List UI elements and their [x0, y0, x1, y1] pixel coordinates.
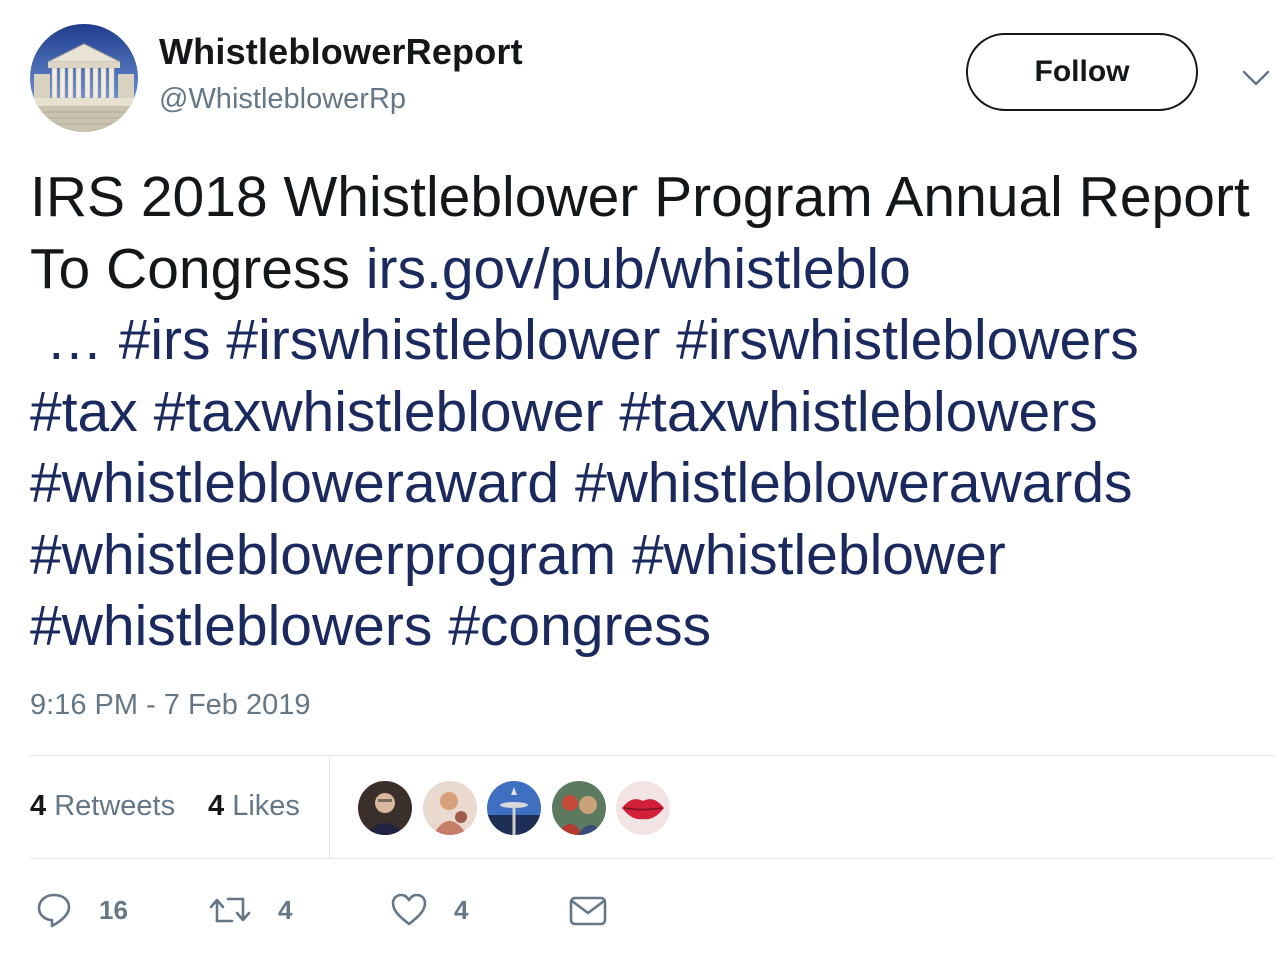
hashtag[interactable]: #taxwhistleblowers	[619, 380, 1097, 444]
liker-avatar[interactable]	[487, 781, 541, 835]
liker-avatars	[358, 781, 681, 835]
profile-avatar[interactable]	[30, 24, 138, 132]
supreme-court-building-image	[30, 24, 138, 132]
like-count: 4	[454, 894, 469, 925]
envelope-icon	[569, 896, 607, 926]
retweets-count: 4	[30, 790, 47, 822]
liker-avatar[interactable]	[551, 781, 606, 835]
tweet-link-ellipsis[interactable]: …	[30, 308, 103, 372]
likes-count: 4	[208, 790, 225, 822]
hashtag[interactable]: #whistleblowers	[30, 594, 432, 658]
hashtag[interactable]: #whistlebloweraward	[30, 451, 559, 515]
hashtag[interactable]: #tax	[30, 380, 138, 444]
reply-icon	[37, 893, 71, 928]
divider	[30, 858, 1274, 859]
direct-message-button[interactable]	[568, 891, 608, 929]
hashtag[interactable]: #congress	[448, 594, 711, 658]
retweet-count: 4	[278, 894, 293, 925]
retweet-button[interactable]: 4	[208, 891, 292, 929]
likes-label: Likes	[232, 790, 300, 822]
tweet-timestamp[interactable]: 9:16 PM - 7 Feb 2019	[30, 689, 311, 722]
hashtag[interactable]: #whistleblowerawards	[575, 451, 1133, 515]
liker-avatar[interactable]	[422, 781, 477, 835]
hashtag[interactable]: #irswhistleblowers	[676, 308, 1139, 372]
hashtag[interactable]: #irs	[119, 308, 211, 372]
retweets-stat[interactable]: 4 Retweets	[30, 790, 175, 823]
hashtag[interactable]: #taxwhistleblower	[154, 380, 604, 444]
tweet-text: IRS 2018 Whistleblower Program Annual Re…	[30, 162, 1260, 663]
liker-avatar[interactable]	[616, 781, 670, 835]
user-handle[interactable]: @WhistleblowerRp	[159, 83, 406, 116]
display-name[interactable]: WhistleblowerReport	[159, 31, 523, 73]
retweets-label: Retweets	[54, 790, 176, 822]
tweet-link[interactable]: irs.gov/pub/whistleblo	[366, 237, 911, 301]
retweet-icon	[209, 897, 251, 923]
hashtag[interactable]: #whistleblowerprogram	[30, 523, 616, 587]
like-button[interactable]: 4	[390, 891, 468, 929]
follow-button[interactable]: Follow	[966, 33, 1198, 111]
stats-divider	[329, 756, 330, 858]
divider	[30, 755, 1274, 756]
heart-icon	[391, 893, 427, 926]
likes-stat[interactable]: 4 Likes	[208, 790, 300, 823]
chevron-down-icon[interactable]	[1240, 62, 1272, 94]
reply-button[interactable]: 16	[35, 891, 128, 929]
hashtag[interactable]: #irswhistleblower	[226, 308, 660, 372]
hashtag[interactable]: #whistleblower	[632, 523, 1006, 587]
liker-avatar[interactable]	[358, 781, 412, 835]
reply-count: 16	[99, 894, 128, 925]
